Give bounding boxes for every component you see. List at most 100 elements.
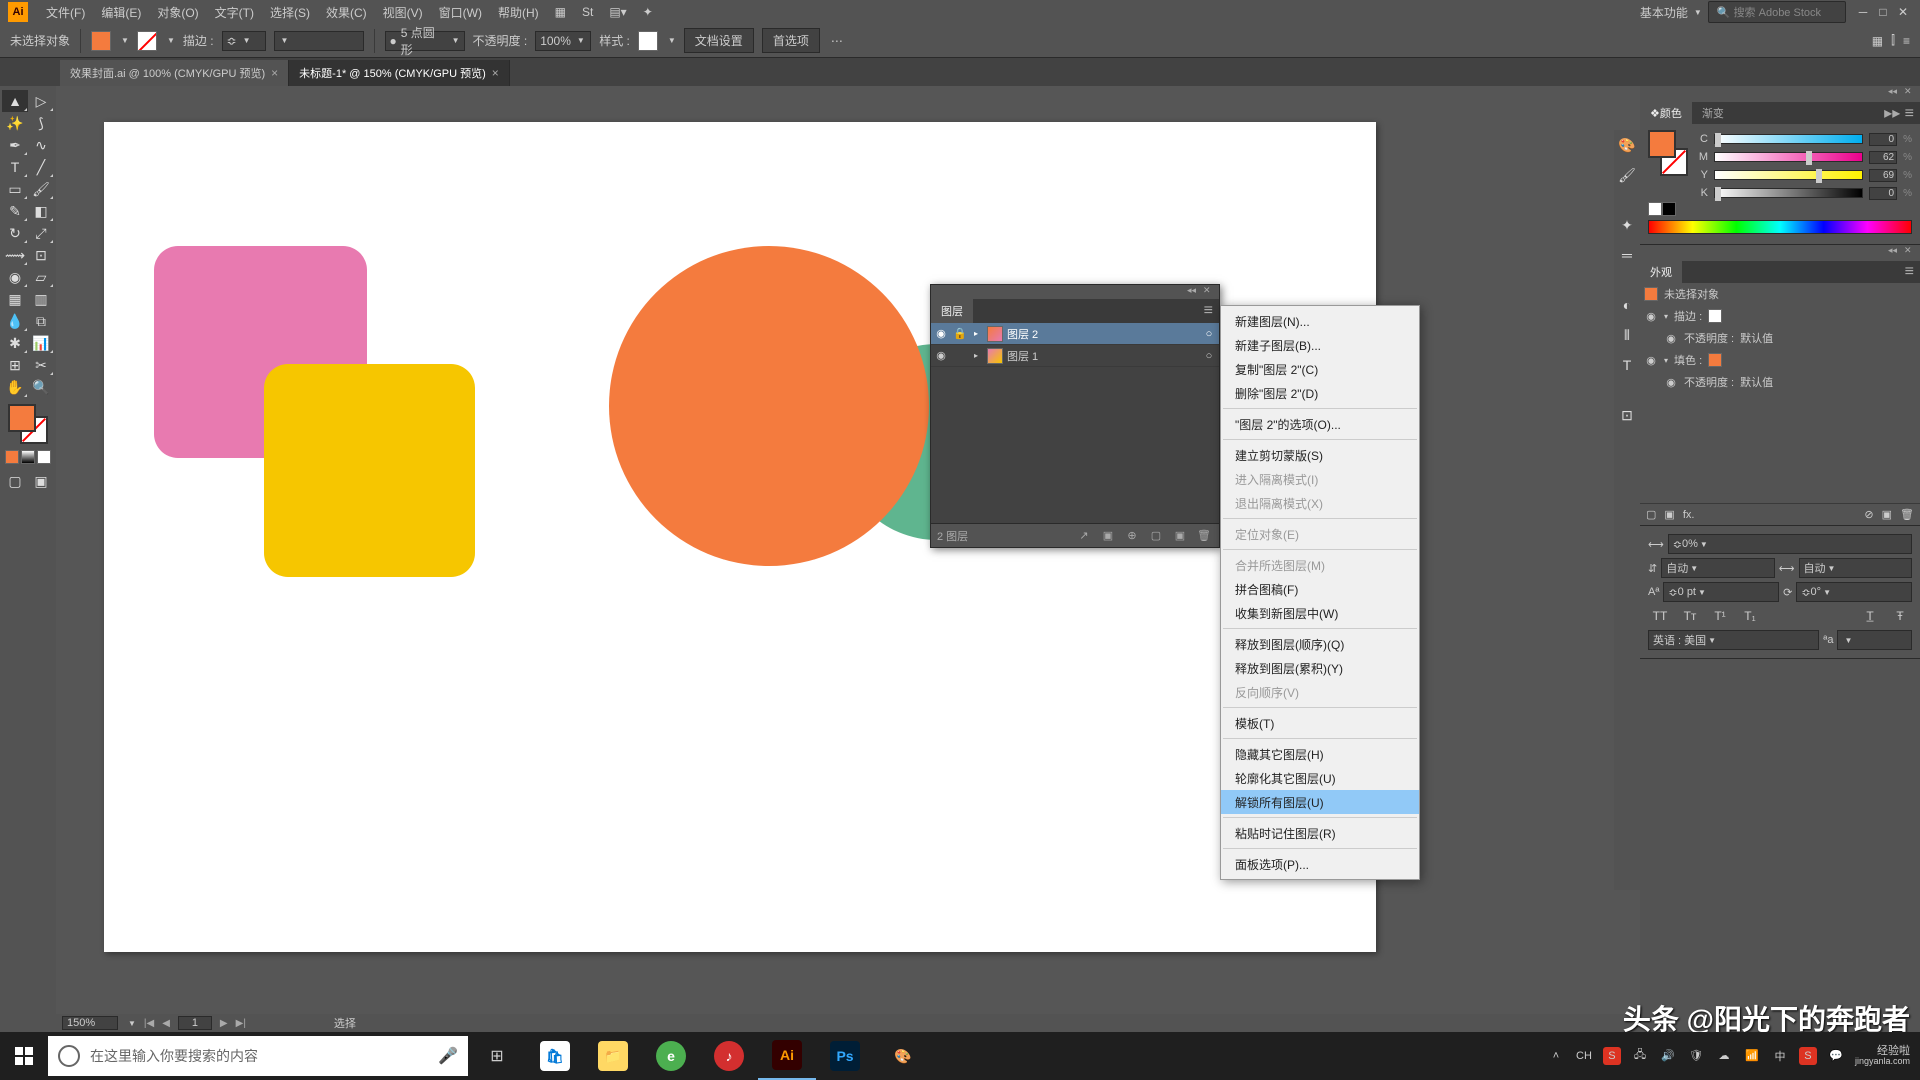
underline-button[interactable]: T̲ [1858,606,1882,626]
panel-close-icon[interactable]: ✕ [1904,86,1916,98]
document-setup-button[interactable]: 文档设置 [684,28,754,53]
antialias-combo[interactable]: ▼ [1837,630,1912,650]
menu-window[interactable]: 窗口(W) [431,4,490,21]
panel-close-icon[interactable]: ✕ [1203,285,1215,297]
strikethrough-button[interactable]: Ŧ [1888,606,1912,626]
tray-sogou[interactable]: S [1603,1047,1621,1065]
ctx-unlock-all[interactable]: 解锁所有图层(U) [1221,790,1419,814]
taskbar-store[interactable]: 🛍 [526,1032,584,1080]
panel-icon-stroke[interactable]: ═ [1614,240,1640,270]
tray-volume-icon[interactable]: 🔊 [1659,1047,1677,1065]
toolbar-gpu-icon[interactable]: ✦ [635,5,661,19]
spectrum-picker[interactable] [1648,220,1912,234]
add-stroke-icon[interactable]: ▢ [1646,508,1656,521]
menu-effect[interactable]: 效果(C) [318,4,375,21]
magic-wand-tool[interactable]: ✨ [2,112,28,134]
chevron-down-icon[interactable]: ▼ [128,1019,136,1028]
language-combo[interactable]: 英语 : 美国▼ [1648,630,1819,650]
chevron-down-icon[interactable]: ▼ [121,36,129,45]
panel-icon-pathfinder[interactable]: ⊡ [1614,400,1640,430]
tray-sogou-2[interactable]: S [1799,1047,1817,1065]
ctx-copy-layer[interactable]: 复制"图层 2"(C) [1221,357,1419,381]
control-icon-2[interactable]: ⫿ [1891,33,1895,48]
tray-notifications-icon[interactable]: 💬 [1827,1047,1845,1065]
ctx-delete-layer[interactable]: 删除"图层 2"(D) [1221,381,1419,405]
delete-icon[interactable]: 🗑 [1900,508,1914,521]
yellow-value[interactable]: 69 [1869,169,1897,182]
appear-stroke-swatch[interactable] [1708,309,1722,323]
start-button[interactable] [0,1032,48,1080]
rotate-combo[interactable]: ≎ 0°▼ [1796,582,1912,602]
stroke-swatch[interactable] [137,31,157,51]
nav-next-icon[interactable]: ▶ [220,1018,228,1029]
new-sublayer-icon[interactable]: ⊕ [1123,529,1141,542]
free-transform-tool[interactable]: ⊡ [28,244,54,266]
preferences-button[interactable]: 首选项 [762,28,820,53]
taskbar-browser[interactable]: e [642,1032,700,1080]
eye-icon[interactable]: ◉ [931,349,951,362]
nav-last-icon[interactable]: ▶| [236,1018,246,1029]
minimize-button[interactable]: ─ [1854,4,1872,20]
black-swatch[interactable] [1662,202,1676,216]
close-button[interactable]: ✕ [1894,4,1912,20]
style-swatch[interactable] [638,31,658,51]
ctx-release-seq[interactable]: 释放到图层(顺序)(Q) [1221,632,1419,656]
menu-help[interactable]: 帮助(H) [490,4,547,21]
toolbar-stock-icon[interactable]: St [574,5,601,19]
artboard-nav-input[interactable]: 1 [178,1016,212,1030]
opacity-input[interactable]: 100%▼ [535,31,591,51]
menu-view[interactable]: 视图(V) [375,4,431,21]
panel-menu-icon[interactable]: ≡ [1899,263,1920,281]
shaper-tool[interactable]: ✎ [2,200,28,222]
ctx-make-clip[interactable]: 建立剪切蒙版(S) [1221,443,1419,467]
doc-tab-1[interactable]: 效果封面.ai @ 100% (CMYK/GPU 预览) × [60,60,289,86]
tray-security-icon[interactable]: 🛡 [1687,1047,1705,1065]
tray-ime[interactable]: CH [1575,1047,1593,1065]
maximize-button[interactable]: □ [1874,4,1892,20]
eye-icon[interactable]: ◉ [931,327,951,340]
lasso-tool[interactable]: ⟆ [28,112,54,134]
menu-object[interactable]: 对象(O) [149,4,206,21]
eye-icon[interactable]: ◉ [1644,354,1658,367]
duplicate-layer-icon[interactable]: ▣ [1171,529,1189,542]
layer-row-2[interactable]: ◉ 🔒 ▸ 图层 2 ○ [931,323,1219,345]
appear-default-value[interactable]: 默认值 [1740,330,1773,346]
brush-combo[interactable]: ● 5 点圆形▼ [385,31,465,51]
selection-tool[interactable]: ▲ [2,90,28,112]
baseline-combo[interactable]: ≎ 0 pt▼ [1663,582,1779,602]
ctx-collect[interactable]: 收集到新图层中(W) [1221,601,1419,625]
panel-collapse-icon[interactable]: ◂◂ [1187,285,1199,297]
delete-layer-icon[interactable]: 🗑 [1195,529,1213,542]
magenta-slider[interactable] [1714,152,1863,162]
curvature-tool[interactable]: ∿ [28,134,54,156]
zoom-tool[interactable]: 🔍 [28,376,54,398]
menu-type[interactable]: 文字(T) [207,4,262,21]
screen-mode-normal[interactable]: ▢ [2,470,28,492]
tray-network-icon[interactable]: 🖧 [1631,1047,1649,1065]
ctx-new-sublayer[interactable]: 新建子图层(B)... [1221,333,1419,357]
white-swatch[interactable] [1648,202,1662,216]
width-profile-combo[interactable]: ▼ [274,31,364,51]
pen-tool[interactable]: ✒ [2,134,28,156]
eye-icon[interactable]: ◉ [1664,332,1678,345]
black-slider[interactable] [1714,188,1863,198]
scale-tool[interactable]: ⤢ [28,222,54,244]
tray-up-icon[interactable]: ˄ [1547,1047,1565,1065]
taskbar-photoshop[interactable]: Ps [816,1032,874,1080]
panel-close-icon[interactable]: ✕ [1904,245,1916,257]
none-mode-icon[interactable] [37,450,51,464]
direct-selection-tool[interactable]: ▷ [28,90,54,112]
expand-icon[interactable]: ▸ [969,351,983,360]
gradient-tool[interactable]: ▥ [28,288,54,310]
tab-layers[interactable]: 图层 [931,299,973,323]
eraser-tool[interactable]: ◧ [28,200,54,222]
workspace-switcher[interactable]: 基本功能 ▼ [1634,4,1708,21]
hand-tool[interactable]: ✋ [2,376,28,398]
black-value[interactable]: 0 [1869,187,1897,200]
artboard-tool[interactable]: ⊞ [2,354,28,376]
ctx-layer-options[interactable]: "图层 2"的选项(O)... [1221,412,1419,436]
search-stock-input[interactable]: 🔍 搜索 Adobe Stock [1708,1,1846,23]
add-effect-icon[interactable]: fx. [1683,509,1695,521]
lock-icon[interactable]: 🔒 [951,327,969,340]
rectangle-tool[interactable]: ▭ [2,178,28,200]
